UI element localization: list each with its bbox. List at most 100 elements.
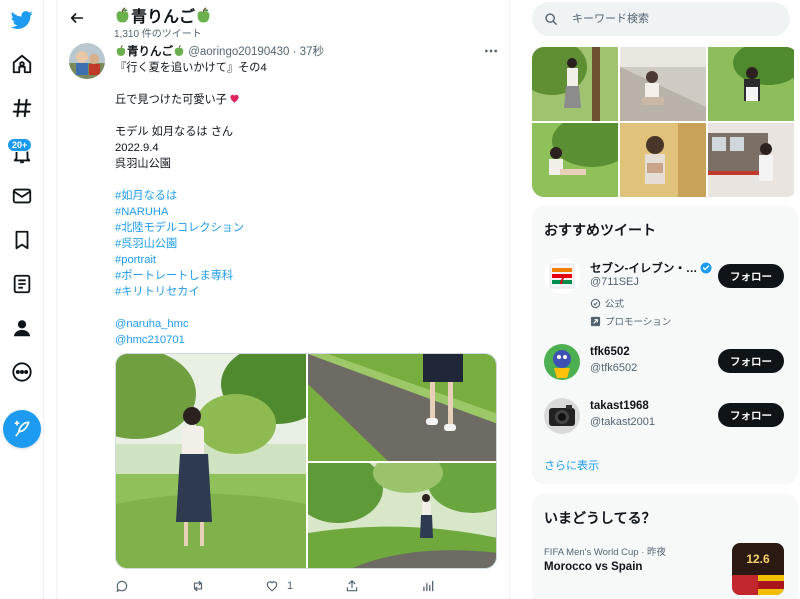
tweet-link[interactable]: #北陸モデルコレクション [115, 220, 500, 236]
tweet-photo[interactable] [308, 463, 496, 568]
more-circle-icon[interactable] [2, 352, 42, 392]
avatar[interactable] [69, 43, 105, 79]
show-more-link[interactable]: さらに表示 [544, 457, 599, 473]
account-name[interactable]: tfk6502 [590, 346, 630, 358]
tweet-timestamp[interactable]: 37秒 [300, 46, 324, 58]
share-button[interactable] [345, 576, 359, 596]
account-handle[interactable]: @711SEJ [590, 276, 639, 288]
tweet-link[interactable]: #ポートレートしま専科 [115, 268, 500, 284]
tweet-link-text[interactable]: #NARUHA [115, 206, 168, 218]
tweet-link-text[interactable]: #キリトリセカイ [115, 286, 200, 298]
tweet-text-span: モデル 如月なるは さん [115, 126, 234, 138]
tweet-text-line: 丘で見つけた可愛い子 [115, 92, 500, 108]
avatar[interactable]: 7 [544, 258, 580, 294]
green-apple-icon [197, 7, 210, 23]
retweet-button[interactable] [191, 576, 213, 596]
tweet-text-span: 丘で見つけた可愛い子 [115, 94, 227, 106]
bookmark-icon[interactable] [2, 220, 42, 260]
twitter-logo-icon[interactable] [2, 0, 42, 40]
page-title: 青りんご [114, 3, 212, 27]
tweet-text-span: 2022.9.4 [115, 142, 159, 154]
tweet-link-text[interactable]: #如月なるは [115, 190, 177, 202]
more-options-icon[interactable] [481, 42, 501, 60]
compose-tweet-button[interactable] [3, 410, 41, 448]
account-name[interactable]: セブン-イレブン・… [590, 260, 712, 276]
separator-dot: · [292, 46, 297, 58]
tweet-link[interactable]: #portrait [115, 252, 500, 268]
follow-button[interactable]: フォロー [718, 264, 784, 288]
envelope-icon[interactable] [2, 176, 42, 216]
tweet-link-text[interactable]: #ポートレートしま専科 [115, 270, 233, 282]
back-arrow-icon[interactable] [65, 6, 89, 30]
reply-button[interactable] [115, 576, 137, 596]
profile-media-grid[interactable] [532, 47, 798, 197]
promoted-icon [590, 316, 601, 326]
account-handle[interactable]: @takast2001 [590, 416, 655, 428]
tweet-link[interactable]: #呉羽山公園 [115, 236, 500, 252]
tweet-media-grid[interactable] [115, 353, 497, 569]
tweet-link-text[interactable]: #北陸モデルコレクション [115, 222, 244, 234]
search-input[interactable] [572, 10, 772, 28]
tweet-link-text[interactable]: #portrait [115, 254, 156, 266]
retweet-icon [193, 580, 203, 592]
account-handle[interactable]: @tfk6502 [590, 362, 637, 374]
heart-icon [266, 581, 278, 592]
tweet-link-text[interactable]: @hmc210701 [115, 334, 185, 346]
tweet-link-text[interactable]: #呉羽山公園 [115, 238, 177, 250]
svg-text:12.6: 12.6 [746, 552, 770, 566]
tweet-text-span: 『行く夏を追いかけて』その4 [115, 62, 267, 74]
official-label-text: 公式 [605, 299, 625, 310]
share-icon [346, 580, 358, 592]
card-title: いまどうしてる？ [544, 510, 656, 526]
notification-badge: 20+ [7, 138, 33, 152]
like-count: 1 [287, 580, 294, 592]
like-button[interactable]: 1 [265, 576, 293, 596]
tweet-link[interactable]: #如月なるは [115, 188, 500, 204]
media-thumbnail[interactable] [532, 123, 618, 197]
media-thumbnail[interactable] [620, 123, 706, 197]
tweet-photo[interactable] [116, 354, 306, 568]
media-thumbnail[interactable] [708, 123, 794, 197]
tweet-detail-column: 青りんご 1,310 件のツイート 青りんご @aoringo20190430 … [56, 0, 510, 599]
nav-rail: 20+ [0, 0, 44, 599]
profile-header: 青りんご 1,310 件のツイート [57, 0, 509, 40]
hashtag-icon[interactable] [2, 88, 42, 128]
media-thumbnail[interactable] [708, 47, 794, 121]
search-bar[interactable] [532, 2, 790, 36]
green-apple-icon [116, 45, 126, 56]
follow-button[interactable]: フォロー [718, 403, 784, 427]
promotion-label: プロモーション [590, 314, 671, 328]
avatar[interactable] [544, 344, 580, 380]
verified-badge-icon [700, 262, 712, 274]
trend-meta: FIFA Men's World Cup · 昨夜 [544, 547, 667, 558]
list-icon[interactable] [2, 264, 42, 304]
media-thumbnail[interactable] [620, 47, 706, 121]
reply-icon [116, 580, 128, 593]
trends-card: いまどうしてる？ FIFA Men's World Cup · 昨夜 Moroc… [532, 494, 798, 599]
author-name[interactable]: 青りんご [127, 46, 173, 58]
tweet-link[interactable]: #NARUHA [115, 204, 500, 220]
feather-icon [14, 420, 30, 437]
tweet-link[interactable]: @naruha_hmc [115, 316, 500, 332]
follow-button[interactable]: フォロー [718, 349, 784, 373]
tweet-author-row: 青りんご @aoringo20190430 · 37秒 [115, 43, 324, 59]
avatar[interactable] [544, 398, 580, 434]
recommended-tweets-card: おすすめツイート 7 セブン-イレブン・… @711SEJ 公式 プロモーション… [532, 206, 798, 484]
tweet-count: 1,310 件のツイート [114, 29, 202, 40]
person-icon[interactable] [2, 308, 42, 348]
analytics-button[interactable] [421, 576, 435, 596]
home-icon[interactable] [2, 44, 42, 84]
tweet-link[interactable]: @hmc210701 [115, 332, 500, 348]
tweet-photo[interactable] [308, 354, 496, 461]
account-name[interactable]: takast1968 [590, 400, 649, 412]
trend-title[interactable]: Morocco vs Spain [544, 561, 642, 573]
tweet-text-line [115, 300, 500, 316]
tweet-text-line: 『行く夏を追いかけて』その4 [115, 60, 500, 76]
tweet-link[interactable]: #キリトリセカイ [115, 284, 500, 300]
media-thumbnail[interactable] [532, 47, 618, 121]
tweet-text-span: 呉羽山公園 [115, 158, 171, 170]
tweet-link-text[interactable]: @naruha_hmc [115, 318, 189, 330]
tweet-text-line: 2022.9.4 [115, 140, 500, 156]
trend-thumbnail[interactable]: 12.6 [732, 543, 784, 595]
author-handle[interactable]: @aoringo20190430 [188, 46, 289, 58]
